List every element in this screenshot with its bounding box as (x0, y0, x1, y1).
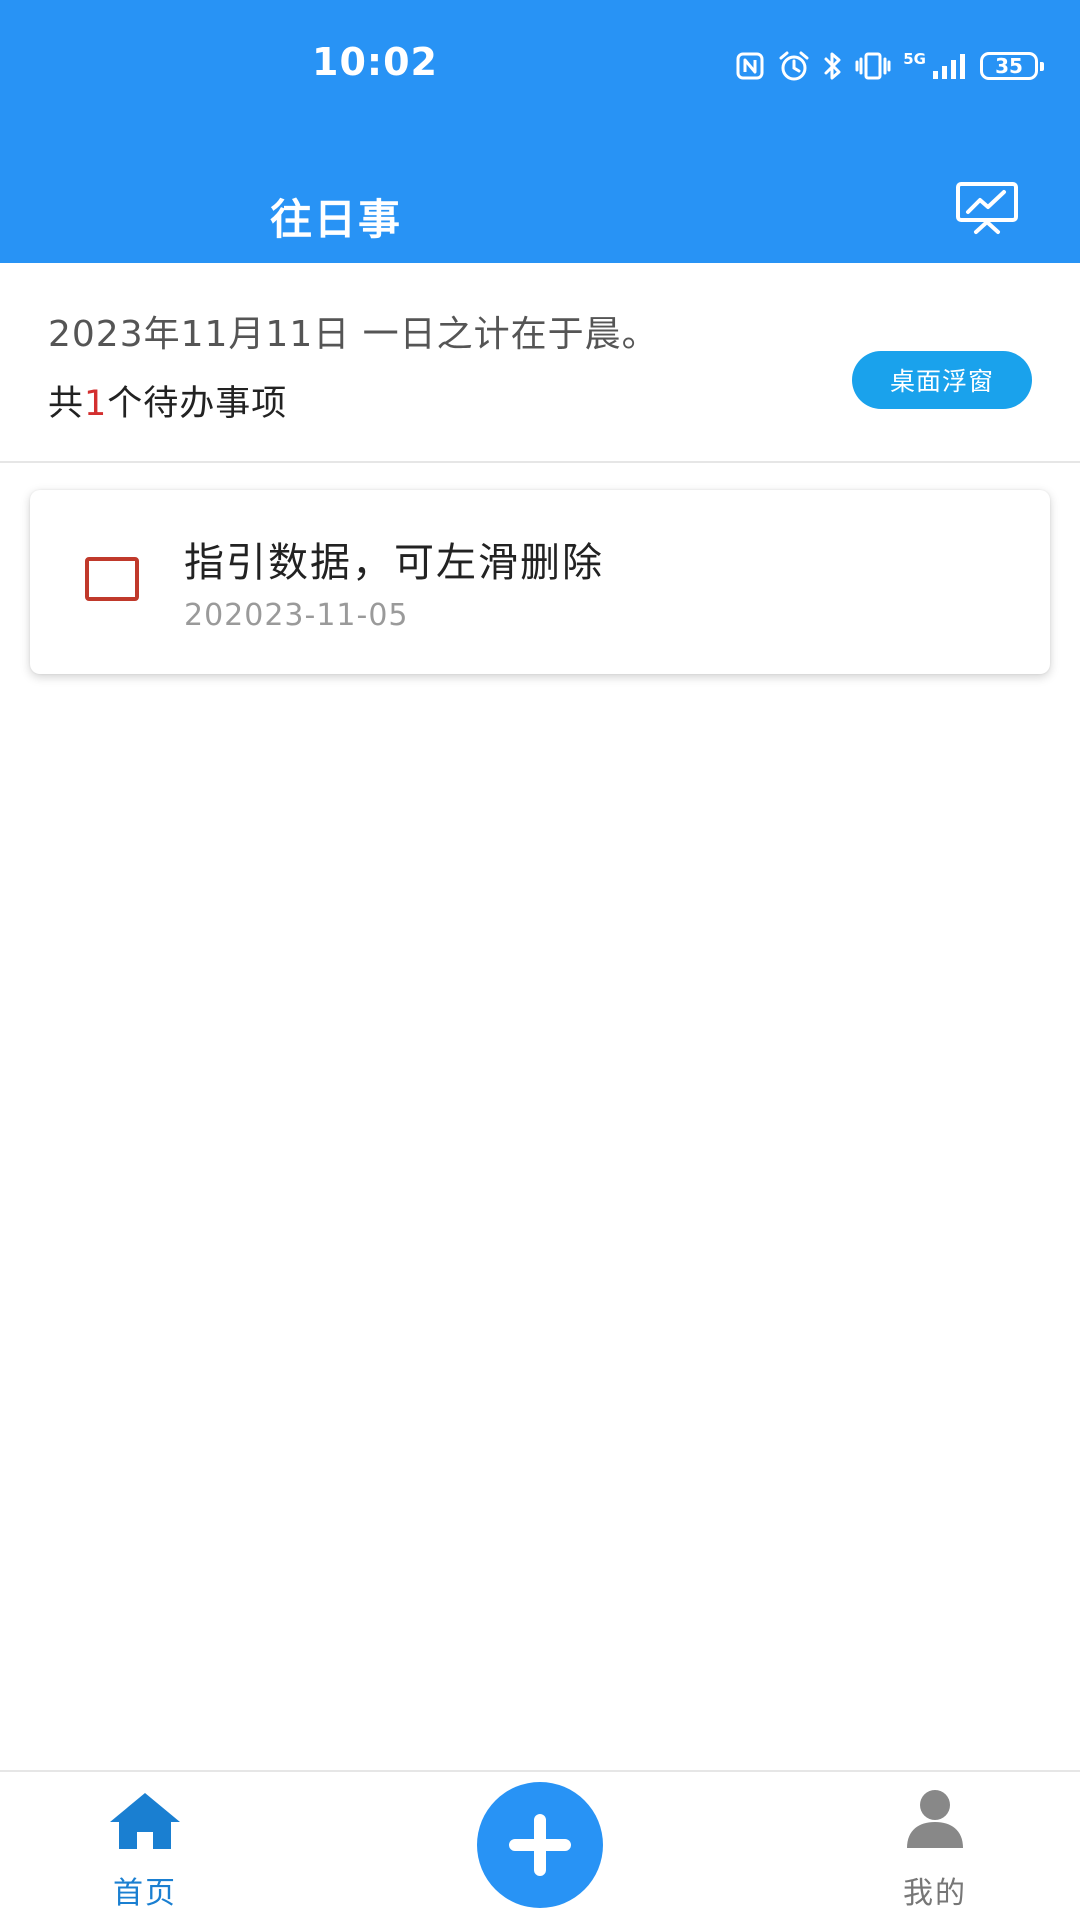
desktop-float-button[interactable]: 桌面浮窗 (852, 351, 1032, 409)
app-header: 10:02 5G 35 往日事 (0, 0, 1080, 263)
todo-count: 共1个待办事项 (48, 375, 287, 426)
bluetooth-icon (823, 50, 843, 82)
count-prefix: 共 (48, 384, 85, 424)
nfc-icon (735, 51, 765, 81)
vibrate-icon (855, 51, 891, 81)
todo-title: 指引数据，可左滑删除 (184, 540, 604, 586)
app-title: 往日事 (270, 195, 403, 244)
summary-section: 2023年11月11日 一日之计在于晨。 共1个待办事项 桌面浮窗 (0, 263, 1080, 463)
todo-checkbox[interactable] (85, 557, 139, 601)
nav-mine[interactable]: 我的 (885, 1786, 985, 1911)
date-motto: 2023年11月11日 一日之计在于晨。 (48, 314, 659, 355)
app-screen: 10:02 5G 35 往日事 2023年11月11日 一日之计在于晨。 共1个… (0, 0, 1080, 1920)
count-number: 1 (84, 384, 108, 424)
network-type: 5G (903, 49, 926, 68)
count-suffix: 个待办事项 (107, 384, 288, 424)
nav-mine-label: 我的 (903, 1876, 967, 1911)
add-todo-button[interactable] (477, 1782, 603, 1908)
signal-icon (932, 51, 968, 81)
status-time: 10:02 (312, 40, 438, 84)
alarm-icon (777, 50, 811, 82)
battery-icon: 35 (980, 52, 1044, 80)
todo-date: 202023-11-05 (184, 598, 409, 633)
nav-home-label: 首页 (113, 1876, 177, 1911)
chart-presentation-icon[interactable] (954, 180, 1020, 236)
todo-item[interactable]: 指引数据，可左滑删除 202023-11-05 (30, 490, 1050, 674)
nav-home[interactable]: 首页 (95, 1786, 195, 1911)
plus-icon (477, 1782, 603, 1908)
status-icons: 5G 35 (735, 46, 1044, 86)
